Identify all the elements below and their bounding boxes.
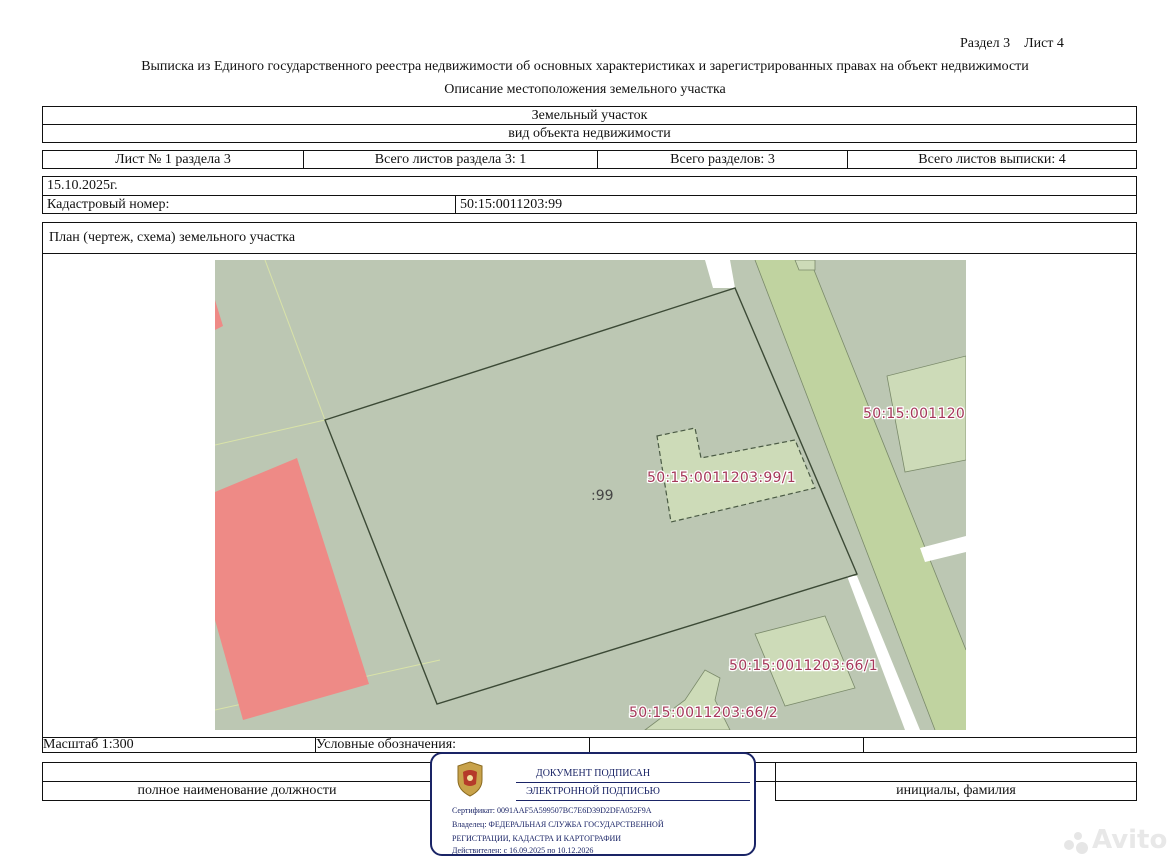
legend-cell-empty-2 — [863, 737, 1137, 753]
sheet-number: Лист № 1 раздела 3 — [42, 150, 304, 169]
legend-label: Условные обозначения: — [315, 737, 590, 753]
plan-title: План (чертеж, схема) земельного участка — [42, 222, 1137, 254]
total-sheets-extract: Всего листов выписки: 4 — [847, 150, 1137, 169]
cadastral-number-value: 50:15:0011203:99 — [455, 195, 1137, 214]
cadastral-number-label: Кадастровый номер: — [42, 195, 456, 214]
building-99-1-label: 50:15:0011203:99/1 — [647, 470, 796, 486]
red-zone — [215, 458, 369, 720]
object-type: Земельный участок — [42, 106, 1137, 125]
avito-logo-icon — [1062, 830, 1092, 854]
document-subtitle: Описание местоположения земельного участ… — [444, 82, 726, 97]
section-sheet-info: Раздел 3 Лист 4 — [960, 36, 1064, 52]
cadastral-map: :99 50:15:0011203:99/1 50:15:001120 50:1… — [215, 260, 966, 730]
position-caption: полное наименование должности — [42, 781, 432, 801]
total-sheets-section: Всего листов раздела 3: 1 — [303, 150, 598, 169]
neighbor-label: 50:15:001120 — [863, 406, 965, 422]
scale-label: Масштаб 1:300 — [42, 737, 316, 753]
avito-watermark-text: Avito — [1092, 825, 1168, 855]
red-zone-small — [215, 300, 223, 330]
avito-watermark: Avito — [1062, 825, 1167, 855]
document-title: Выписка из Единого государственного реес… — [141, 59, 1029, 74]
name-caption: инициалы, фамилия — [775, 781, 1137, 801]
object-type-caption: вид объекта недвижимости — [42, 124, 1137, 143]
stamp-validity: Действителен: с 16.09.2025 по 10.12.2026 — [452, 846, 594, 855]
stamp-line-1: ДОКУМЕНТ ПОДПИСАН — [535, 768, 651, 779]
electronic-signature-stamp: ДОКУМЕНТ ПОДПИСАН ЭЛЕКТРОННОЙ ПОДПИСЬЮ С… — [430, 752, 756, 856]
sheet-label: Лист 4 — [1024, 36, 1064, 51]
legend-cell-empty — [589, 737, 864, 753]
building-66-1-label: 50:15:0011203:66/1 — [729, 658, 878, 674]
building-66-2-shape — [644, 669, 731, 730]
record-date: 15.10.2025г. — [42, 176, 1137, 196]
total-sections: Всего разделов: 3 — [597, 150, 848, 169]
section-label: Раздел 3 — [960, 36, 1011, 51]
stamp-line-2: ЭЛЕКТРОННОЙ ПОДПИСЬЮ — [526, 786, 660, 797]
building-66-2-label: 50:15:0011203:66/2 — [629, 705, 778, 721]
stamp-certificate: Сертификат: 0091AAF5A599507BC7E6D39D2DFA… — [452, 806, 652, 815]
main-parcel-label: :99 — [591, 488, 614, 504]
stamp-owner-2: РЕГИСТРАЦИИ, КАДАСТРА И КАРТОГРАФИИ — [452, 834, 622, 843]
name-signature-cell — [775, 762, 1137, 782]
stamp-owner-1: Владелец: ФЕДЕРАЛЬНАЯ СЛУЖБА ГОСУДАРСТВЕ… — [452, 820, 664, 829]
